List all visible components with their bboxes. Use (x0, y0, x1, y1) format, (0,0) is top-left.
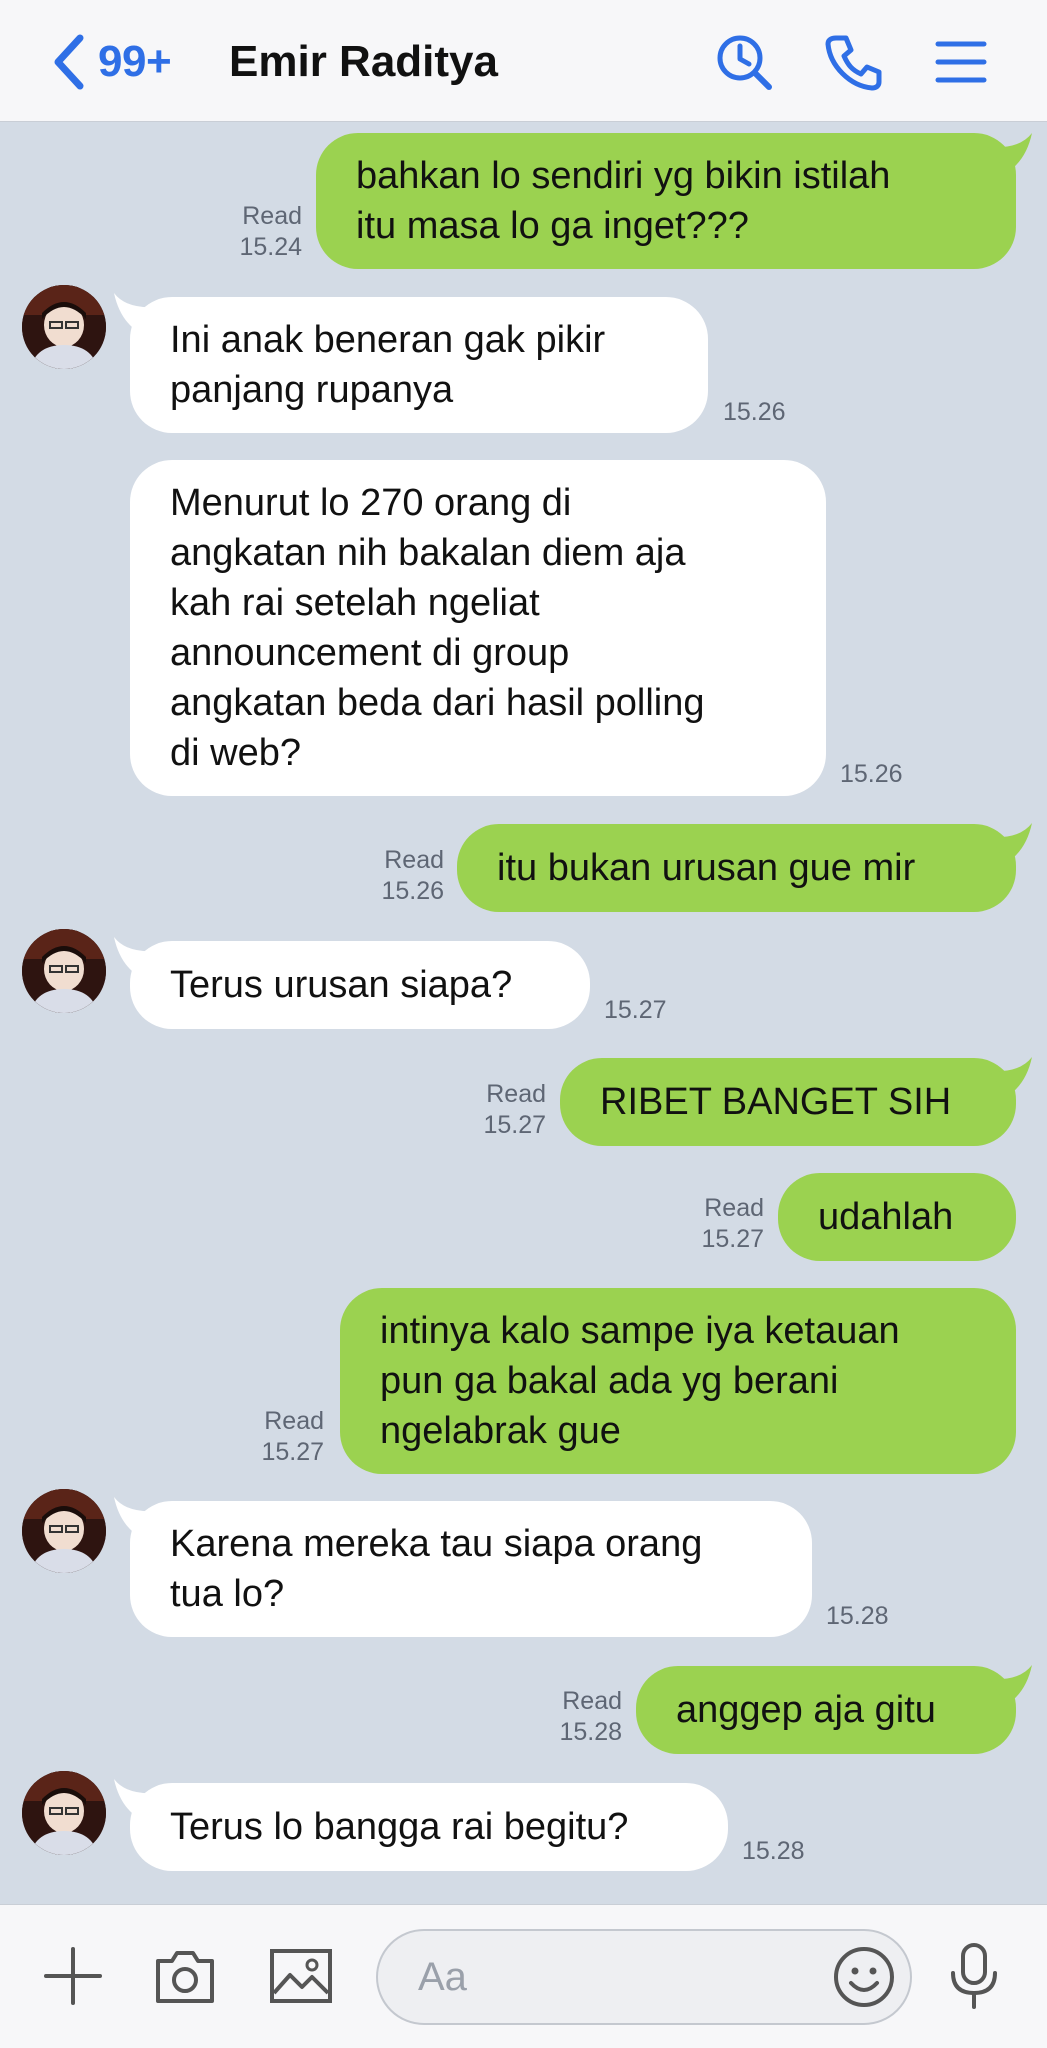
bubble-tail (990, 1057, 1032, 1097)
read-receipt: Read 15.24 (239, 202, 302, 261)
emoji-button[interactable] (832, 1945, 896, 2019)
outgoing-message[interactable]: udahlah (778, 1173, 1016, 1261)
menu-icon (935, 41, 987, 83)
avatar[interactable] (22, 929, 106, 1013)
bubble-tail (990, 133, 1032, 173)
outgoing-message[interactable]: bahkan lo sendiri yg bikin istilah itu m… (316, 133, 1016, 269)
search-button[interactable] (712, 30, 776, 94)
camera-button[interactable] (152, 1943, 218, 2009)
message-time: 15.28 (742, 1837, 805, 1865)
image-icon (270, 1949, 332, 2003)
avatar[interactable] (22, 1489, 106, 1573)
outgoing-message[interactable]: anggep aja gitu (636, 1666, 1016, 1754)
message-time: 15.28 (826, 1602, 889, 1630)
message-input-box[interactable] (376, 1929, 912, 2025)
message-text: bahkan lo sendiri yg bikin istilah itu m… (356, 155, 891, 247)
incoming-message[interactable]: Terus urusan siapa? (130, 941, 590, 1029)
avatar[interactable] (22, 285, 106, 369)
phone-icon (825, 35, 882, 91)
message-input[interactable] (418, 1954, 818, 2000)
voice-button[interactable] (944, 1941, 1004, 2011)
unread-count: 99+ (98, 37, 172, 86)
back-button[interactable]: 99+ (50, 30, 172, 94)
menu-button[interactable] (929, 30, 993, 94)
camera-icon (156, 1951, 214, 2003)
avatar-photo-icon (22, 1771, 106, 1855)
message-time: 15.27 (604, 996, 667, 1024)
composer-bar (0, 1904, 1047, 2048)
bubble-tail (990, 1665, 1032, 1705)
message-text: itu bukan urusan gue mir (497, 847, 916, 889)
back-chevron-icon (54, 34, 84, 90)
add-button[interactable] (40, 1943, 106, 2009)
read-receipt: Read 15.28 (559, 1687, 622, 1746)
incoming-message[interactable]: Menurut lo 270 orang di angkatan nih bak… (130, 460, 826, 796)
message-text: anggep aja gitu (676, 1689, 936, 1731)
outgoing-message[interactable]: intinya kalo sampe iya ketauan pun ga ba… (340, 1288, 1016, 1474)
message-list[interactable]: Read 15.24 bahkan lo sendiri yg bikin ist… (0, 123, 1047, 1903)
avatar[interactable] (22, 1771, 106, 1855)
message-time: 15.26 (723, 398, 786, 426)
incoming-message[interactable]: Karena mereka tau siapa orang tua lo? (130, 1501, 812, 1637)
incoming-message[interactable]: Terus lo bangga rai begitu? (130, 1783, 728, 1871)
message-text: RIBET BANGET SIH (600, 1081, 952, 1123)
read-receipt: Read 15.27 (483, 1080, 546, 1139)
outgoing-message[interactable]: itu bukan urusan gue mir (457, 824, 1016, 912)
message-text: udahlah (818, 1196, 954, 1238)
message-time: 15.26 (840, 760, 903, 788)
message-text: Karena mereka tau siapa orang tua lo? (170, 1523, 703, 1615)
read-receipt: Read 15.26 (381, 846, 444, 905)
emoji-icon (834, 1947, 894, 2007)
message-text: Ini anak beneran gak pikir panjang rupan… (170, 319, 606, 411)
microphone-icon (951, 1943, 997, 2009)
plus-icon (44, 1947, 102, 2005)
message-text: Terus urusan siapa? (170, 964, 513, 1006)
search-icon (717, 35, 772, 90)
read-receipt: Read 15.27 (701, 1194, 764, 1253)
bubble-tail (990, 823, 1032, 863)
message-text: Terus lo bangga rai begitu? (170, 1806, 629, 1848)
avatar-photo-icon (22, 929, 106, 1013)
read-receipt: Read 15.27 (261, 1407, 324, 1466)
message-text: intinya kalo sampe iya ketauan pun ga ba… (380, 1310, 900, 1452)
message-text: Menurut lo 270 orang di angkatan nih bak… (170, 482, 705, 774)
call-button[interactable] (822, 30, 886, 94)
gallery-button[interactable] (268, 1943, 334, 2009)
avatar-photo-icon (22, 1489, 106, 1573)
chat-header: 99+ Emir Raditya (0, 0, 1047, 122)
contact-name: Emir Raditya (229, 37, 498, 86)
outgoing-message[interactable]: RIBET BANGET SIH (560, 1058, 1016, 1146)
incoming-message[interactable]: Ini anak beneran gak pikir panjang rupan… (130, 297, 708, 433)
avatar-photo-icon (22, 285, 106, 369)
